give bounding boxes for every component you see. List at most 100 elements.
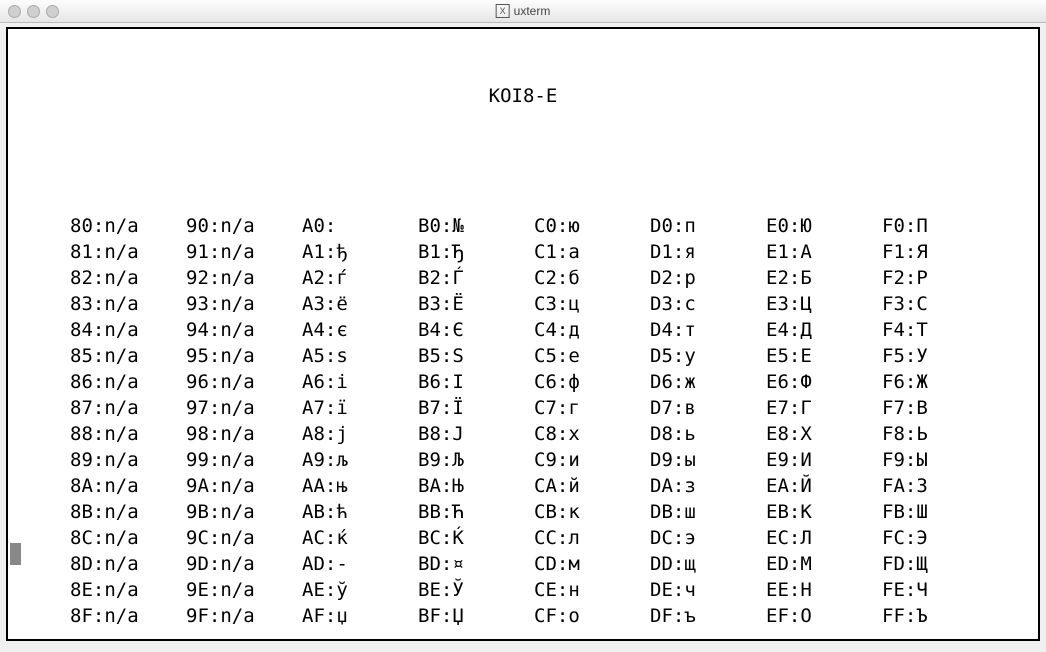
code-cell: BC:Ќ <box>418 525 534 551</box>
terminal-cursor <box>10 543 21 565</box>
code-cell: DA:з <box>650 473 766 499</box>
code-cell: 8A:n/a <box>70 473 186 499</box>
code-cell: E2:Б <box>766 265 882 291</box>
code-cell: 98:n/a <box>186 421 302 447</box>
code-cell: 9F:n/a <box>186 603 302 629</box>
code-cell: D3:с <box>650 291 766 317</box>
code-cell: B7:Ї <box>418 395 534 421</box>
code-cell: D9:ы <box>650 447 766 473</box>
code-cell: C1:а <box>534 239 650 265</box>
code-row: 8E:n/a9E:n/aAE:ўBE:ЎCE:нDE:чEE:НFE:Ч <box>70 577 1038 603</box>
code-row: 81:n/a91:n/aA1:ђB1:ЂC1:аD1:яE1:АF1:Я <box>70 239 1038 265</box>
code-cell: E8:Х <box>766 421 882 447</box>
code-row: 86:n/a96:n/aA6:іB6:ІC6:фD6:жE6:ФF6:Ж <box>70 369 1038 395</box>
code-cell: A0: <box>302 213 418 239</box>
x11-icon: X <box>496 4 510 18</box>
code-cell: 97:n/a <box>186 395 302 421</box>
code-cell: FD:Щ <box>882 551 998 577</box>
code-cell: DC:э <box>650 525 766 551</box>
code-cell: C7:г <box>534 395 650 421</box>
code-cell: B8:Ј <box>418 421 534 447</box>
code-cell: C0:ю <box>534 213 650 239</box>
code-cell: 87:n/a <box>70 395 186 421</box>
code-cell: DE:ч <box>650 577 766 603</box>
code-cell: AC:ќ <box>302 525 418 551</box>
code-cell: BF:Џ <box>418 603 534 629</box>
code-cell: AF:џ <box>302 603 418 629</box>
code-cell: D1:я <box>650 239 766 265</box>
code-row: 85:n/a95:n/aA5:ѕB5:ЅC5:еD5:уE5:ЕF5:У <box>70 343 1038 369</box>
code-cell: BE:Ў <box>418 577 534 603</box>
code-cell: F8:Ь <box>882 421 998 447</box>
code-cell: EA:Й <box>766 473 882 499</box>
code-cell: 99:n/a <box>186 447 302 473</box>
code-cell: FA:З <box>882 473 998 499</box>
code-cell: DD:щ <box>650 551 766 577</box>
code-cell: E0:Ю <box>766 213 882 239</box>
code-row: 80:n/a90:n/aA0: B0:№C0:юD0:пE0:ЮF0:П <box>70 213 1038 239</box>
code-cell: B9:Љ <box>418 447 534 473</box>
code-row: 8B:n/a9B:n/aAB:ћBB:ЋCB:кDB:шEB:КFB:Ш <box>70 499 1038 525</box>
code-cell: 96:n/a <box>186 369 302 395</box>
minimize-window-button[interactable] <box>27 5 40 18</box>
code-cell: AA:њ <box>302 473 418 499</box>
code-row: 87:n/a97:n/aA7:їB7:ЇC7:гD7:вE7:ГF7:В <box>70 395 1038 421</box>
code-cell: B1:Ђ <box>418 239 534 265</box>
zoom-window-button[interactable] <box>46 5 59 18</box>
code-cell: E7:Г <box>766 395 882 421</box>
code-cell: EE:Н <box>766 577 882 603</box>
code-row: 84:n/a94:n/aA4:єB4:ЄC4:дD4:тE4:ДF4:Т <box>70 317 1038 343</box>
code-cell: D5:у <box>650 343 766 369</box>
code-cell: 81:n/a <box>70 239 186 265</box>
code-cell: B2:Ѓ <box>418 265 534 291</box>
code-cell: D7:в <box>650 395 766 421</box>
code-cell: 8D:n/a <box>70 551 186 577</box>
code-cell: 95:n/a <box>186 343 302 369</box>
code-cell: C3:ц <box>534 291 650 317</box>
code-row: 8F:n/a9F:n/aAF:џBF:ЏCF:оDF:ъEF:ОFF:Ъ <box>70 603 1038 629</box>
encoding-heading: KOI8-E <box>8 83 1038 109</box>
code-cell: CC:л <box>534 525 650 551</box>
code-cell: FB:Ш <box>882 499 998 525</box>
code-cell: CB:к <box>534 499 650 525</box>
code-cell: C5:е <box>534 343 650 369</box>
code-cell: C9:и <box>534 447 650 473</box>
code-cell: D0:п <box>650 213 766 239</box>
code-cell: D6:ж <box>650 369 766 395</box>
terminal[interactable]: KOI8-E 80:n/a90:n/aA0: B0:№C0:юD0:пE0:ЮF… <box>8 29 1038 639</box>
close-window-button[interactable] <box>8 5 21 18</box>
code-cell: CD:м <box>534 551 650 577</box>
code-cell: CA:й <box>534 473 650 499</box>
code-cell: 9C:n/a <box>186 525 302 551</box>
code-cell: E5:Е <box>766 343 882 369</box>
code-cell: EB:К <box>766 499 882 525</box>
code-cell: B4:Є <box>418 317 534 343</box>
code-cell: F1:Я <box>882 239 998 265</box>
code-cell: C6:ф <box>534 369 650 395</box>
code-cell: B6:І <box>418 369 534 395</box>
code-cell: 89:n/a <box>70 447 186 473</box>
code-cell: 94:n/a <box>186 317 302 343</box>
code-cell: 85:n/a <box>70 343 186 369</box>
code-row: 82:n/a92:n/aA2:ѓB2:ЃC2:бD2:рE2:БF2:Р <box>70 265 1038 291</box>
code-cell: 91:n/a <box>186 239 302 265</box>
code-cell: AE:ў <box>302 577 418 603</box>
code-table: 80:n/a90:n/aA0: B0:№C0:юD0:пE0:ЮF0:П81:n… <box>8 213 1038 629</box>
code-cell: E6:Ф <box>766 369 882 395</box>
code-cell: F4:Т <box>882 317 998 343</box>
code-cell: 82:n/a <box>70 265 186 291</box>
code-cell: E1:А <box>766 239 882 265</box>
code-cell: E4:Д <box>766 317 882 343</box>
window-titlebar: X uxterm <box>0 0 1046 23</box>
code-cell: E3:Ц <box>766 291 882 317</box>
code-cell: 8C:n/a <box>70 525 186 551</box>
code-row: 89:n/a99:n/aA9:љB9:ЉC9:иD9:ыE9:ИF9:Ы <box>70 447 1038 473</box>
code-cell: 9E:n/a <box>186 577 302 603</box>
code-cell: 9A:n/a <box>186 473 302 499</box>
code-cell: F0:П <box>882 213 998 239</box>
code-cell: 84:n/a <box>70 317 186 343</box>
code-cell: A1:ђ <box>302 239 418 265</box>
code-cell: 8B:n/a <box>70 499 186 525</box>
code-row: 83:n/a93:n/aA3:ёB3:ЁC3:цD3:сE3:ЦF3:С <box>70 291 1038 317</box>
code-cell: D8:ь <box>650 421 766 447</box>
